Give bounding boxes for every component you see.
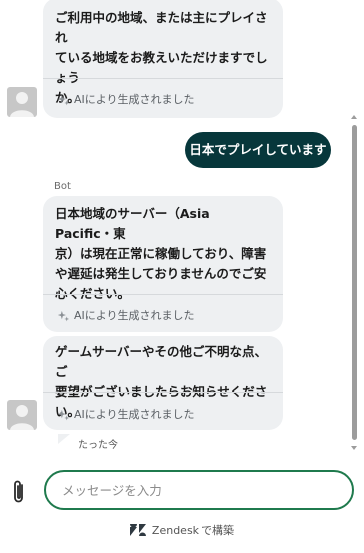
scroll-down-arrow-icon[interactable] (351, 446, 357, 450)
sender-name: Bot (54, 181, 71, 192)
paperclip-icon[interactable] (10, 478, 28, 506)
divider (43, 78, 283, 79)
footer-brand: Zendesk (151, 523, 200, 537)
ai-label-text: AIにより生成されました (74, 408, 195, 421)
bot-avatar (7, 400, 37, 430)
bot-message-text: 日本地域のサーバー（Asia Pacific・東 京）は現在正常に稼働しており、… (43, 196, 283, 304)
ai-label-text: AIにより生成されました (74, 93, 195, 106)
divider (43, 294, 283, 295)
message-line: ご利用中の地域、または主にプレイされ (55, 10, 268, 45)
message-line: 日本地域のサーバー（Asia Pacific・東 (55, 206, 210, 241)
bot-message-bubble: 日本地域のサーバー（Asia Pacific・東 京）は現在正常に稼働しており、… (43, 196, 283, 332)
ai-label-text: AIにより生成されました (74, 309, 195, 322)
zendesk-logo-icon (129, 524, 146, 536)
ai-generated-label: AIにより生成されました (57, 306, 195, 326)
footer-suffix: で構築 (201, 524, 235, 537)
message-line: や遅延は発生しておりませんのでご安 (55, 266, 267, 281)
user-silhouette-icon (10, 92, 34, 117)
sparkle-icon (57, 94, 70, 105)
divider (43, 392, 283, 393)
chat-transcript[interactable]: ご利用中の地域、または主にプレイされ ている地域をお教えいただけますでしょう か… (0, 0, 364, 462)
ai-generated-label: AIにより生成されました (57, 90, 195, 110)
message-timestamp: たった今 (78, 440, 118, 451)
bot-message-bubble: ご利用中の地域、または主にプレイされ ている地域をお教えいただけますでしょう か… (43, 0, 283, 118)
sparkle-icon (57, 409, 70, 420)
user-message-bubble: 日本でプレイしています (185, 132, 331, 168)
message-line: ている地域をお教えいただけますでしょう (55, 50, 268, 85)
message-input[interactable] (44, 470, 354, 510)
message-line: ゲームサーバーやその他ご不明な点、ご (55, 344, 268, 379)
scrollbar-thumb[interactable] (352, 125, 357, 440)
bubble-tail-icon (58, 434, 70, 444)
scroll-up-arrow-icon[interactable] (351, 115, 357, 119)
user-silhouette-icon (10, 405, 34, 430)
bot-avatar (7, 87, 37, 117)
message-line: 京）は現在正常に稼働しており、障害 (55, 246, 267, 261)
chat-scrollbar[interactable] (349, 0, 359, 462)
ai-generated-label: AIにより生成されました (57, 405, 195, 425)
bot-message-bubble: ゲームサーバーやその他ご不明な点、ご 要望がございましたらお知らせください。 A… (43, 336, 283, 430)
powered-by-footer[interactable]: Zendesk で構築 (0, 522, 364, 538)
message-composer: Zendeskで構築 (0, 462, 364, 553)
sparkle-icon (57, 310, 70, 321)
